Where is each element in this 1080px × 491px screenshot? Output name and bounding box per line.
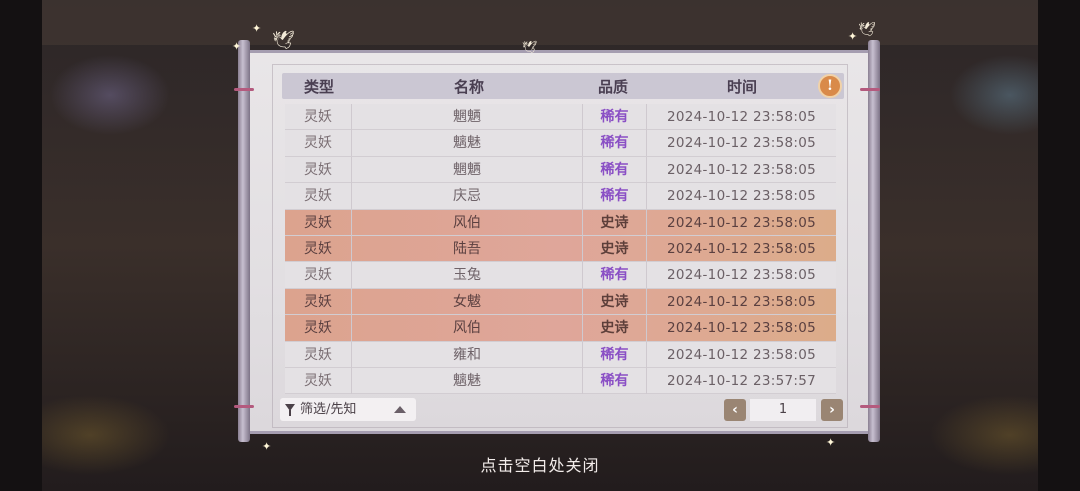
cell-quality: 稀有 bbox=[583, 341, 647, 368]
cell-time: 2024-10-12 23:58:05 bbox=[666, 267, 817, 284]
table-row: 灵妖 魑魅 稀有 2024-10-12 23:57:57 bbox=[285, 367, 836, 395]
cell-time: 2024-10-12 23:58:05 bbox=[666, 293, 817, 310]
cell-name: 风伯 bbox=[351, 209, 583, 236]
cell-quality: 史诗 bbox=[583, 235, 647, 262]
cell-quality: 稀有 bbox=[583, 367, 647, 394]
cell-quality: 稀有 bbox=[583, 262, 647, 289]
cell-time: 2024-10-12 23:58:05 bbox=[666, 109, 817, 125]
table-row: 灵妖 女魃 史诗 2024-10-12 23:58:05 bbox=[285, 288, 836, 316]
swallow-decoration-icon: 🕊 bbox=[858, 22, 876, 38]
cell-quality: 史诗 bbox=[583, 315, 647, 342]
scroll-rod-left bbox=[238, 40, 250, 442]
header-name: 名称 bbox=[454, 78, 485, 96]
cell-quality: 稀有 bbox=[583, 183, 647, 210]
cell-name: 魑魅 bbox=[351, 367, 583, 394]
rod-ribbon bbox=[234, 405, 254, 408]
cell-type: 灵妖 bbox=[304, 214, 332, 231]
scroll-rod-right bbox=[868, 40, 880, 442]
filter-label: 筛选/先知 bbox=[300, 402, 357, 417]
table-header: 类型 名称 品质 时间 bbox=[282, 73, 844, 99]
cell-quality: 稀有 bbox=[583, 156, 647, 183]
cell-name: 玉兔 bbox=[351, 262, 583, 289]
cell-time: 2024-10-12 23:58:05 bbox=[666, 346, 817, 363]
cell-type: 灵妖 bbox=[304, 188, 332, 205]
cell-time: 2024-10-12 23:58:05 bbox=[666, 320, 817, 337]
cell-time: 2024-10-12 23:57:57 bbox=[666, 372, 817, 389]
screen-edge-left bbox=[0, 0, 42, 491]
table-row: 灵妖 魑魅 稀有 2024-10-12 23:58:05 bbox=[285, 130, 836, 157]
cell-name: 魍魉 bbox=[351, 104, 583, 130]
header-quality: 品质 bbox=[598, 78, 629, 96]
prev-page-button[interactable]: ‹ bbox=[724, 399, 746, 421]
cell-time: 2024-10-12 23:58:05 bbox=[666, 188, 817, 205]
cell-type: 灵妖 bbox=[304, 320, 332, 337]
rod-ribbon bbox=[860, 405, 880, 408]
rod-ribbon bbox=[860, 88, 880, 91]
cell-type: 灵妖 bbox=[304, 372, 332, 389]
cell-type: 灵妖 bbox=[304, 109, 332, 125]
close-hint: 点击空白处关闭 bbox=[480, 456, 600, 475]
exclamation-icon[interactable]: ! bbox=[818, 74, 842, 98]
cell-name: 风伯 bbox=[351, 315, 583, 342]
cell-name: 雍和 bbox=[351, 341, 583, 368]
table-row: 灵妖 风伯 史诗 2024-10-12 23:58:05 bbox=[285, 315, 836, 342]
next-page-button[interactable]: › bbox=[821, 399, 843, 421]
background-top-bar bbox=[42, 0, 1038, 45]
cell-name: 魑魅 bbox=[351, 130, 583, 157]
cell-type: 灵妖 bbox=[304, 161, 332, 178]
sparkle-icon: ✦ bbox=[252, 22, 262, 35]
summon-record-table: 灵妖 魍魉 稀有 2024-10-12 23:58:05 灵妖 魑魅 稀有 2024-10-1… bbox=[285, 104, 836, 395]
cell-name: 魍魉 bbox=[351, 156, 583, 183]
cell-name: 女魃 bbox=[351, 288, 583, 315]
table-row: 灵妖 玉兔 稀有 2024-10-12 23:58:05 bbox=[285, 262, 836, 289]
cell-time: 2024-10-12 23:58:05 bbox=[666, 214, 817, 231]
rod-ribbon bbox=[234, 88, 254, 91]
cell-time: 2024-10-12 23:58:05 bbox=[666, 135, 817, 152]
cell-name: 陆吾 bbox=[351, 235, 583, 262]
filter-dropdown[interactable]: 筛选/先知 bbox=[280, 398, 416, 421]
cell-type: 灵妖 bbox=[304, 267, 332, 284]
screen-edge-right bbox=[1038, 0, 1080, 491]
table-row: 灵妖 魍魉 稀有 2024-10-12 23:58:05 bbox=[285, 156, 836, 184]
cell-quality: 史诗 bbox=[583, 209, 647, 236]
table-row: 灵妖 陆吾 史诗 2024-10-12 23:58:05 bbox=[285, 235, 836, 263]
header-type: 类型 bbox=[304, 78, 335, 96]
cell-type: 灵妖 bbox=[304, 293, 332, 310]
sparkle-icon: ✦ bbox=[232, 40, 242, 53]
cell-quality: 史诗 bbox=[583, 288, 647, 315]
page-number[interactable]: 1 bbox=[750, 399, 816, 421]
table-row: 灵妖 庆忌 稀有 2024-10-12 23:58:05 bbox=[285, 183, 836, 210]
cell-time: 2024-10-12 23:58:05 bbox=[666, 161, 817, 178]
header-time: 时间 bbox=[727, 78, 758, 96]
funnel-icon bbox=[285, 404, 295, 416]
cell-name: 庆忌 bbox=[351, 183, 583, 210]
cell-quality: 稀有 bbox=[583, 104, 647, 130]
triangle-up-icon bbox=[394, 406, 406, 413]
cell-type: 灵妖 bbox=[304, 346, 332, 363]
swallow-decoration-icon: 🕊 bbox=[272, 30, 295, 51]
sparkle-icon: ✦ bbox=[826, 436, 836, 449]
cell-quality: 稀有 bbox=[583, 130, 647, 157]
cell-type: 灵妖 bbox=[304, 240, 332, 257]
table-row: 灵妖 魍魉 稀有 2024-10-12 23:58:05 bbox=[285, 104, 836, 131]
table-row: 灵妖 风伯 史诗 2024-10-12 23:58:05 bbox=[285, 209, 836, 236]
cell-type: 灵妖 bbox=[304, 135, 332, 152]
sparkle-icon: ✦ bbox=[848, 30, 858, 43]
table-row: 灵妖 雍和 稀有 2024-10-12 23:58:05 bbox=[285, 341, 836, 368]
cell-time: 2024-10-12 23:58:05 bbox=[666, 240, 817, 257]
swallow-decoration-icon: 🕊 bbox=[522, 40, 538, 54]
